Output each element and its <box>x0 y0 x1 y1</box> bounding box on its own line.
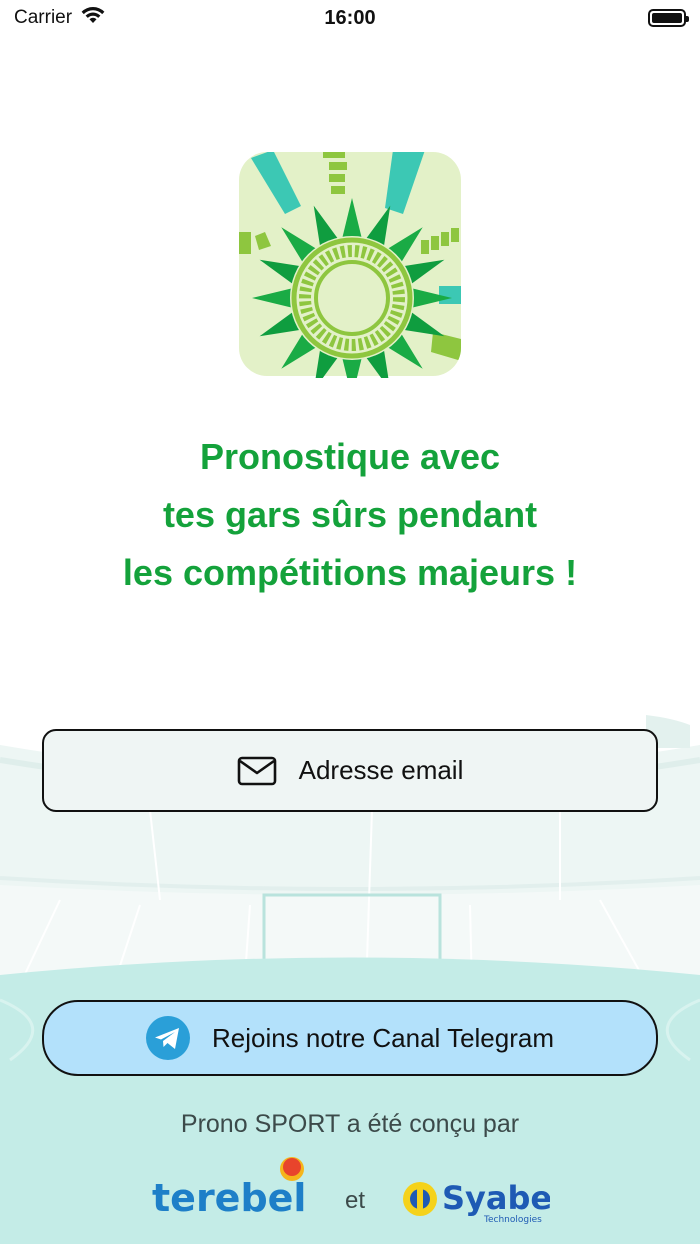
telegram-channel-button[interactable]: Rejoins notre Canal Telegram <box>42 1000 658 1076</box>
svg-text:terebel: terebel <box>152 1176 306 1219</box>
partner-logos: terebel et Syabe Technologies <box>0 1155 700 1225</box>
email-button-label: Adresse email <box>298 755 464 785</box>
syabe-logo[interactable]: Syabe Technologies <box>400 1173 550 1225</box>
tagline-line-3: les compétitions majeurs ! <box>122 552 578 593</box>
credits-text: Prono SPORT a été conçu par <box>180 1110 520 1138</box>
wifi-icon <box>80 5 106 31</box>
telegram-button-label: Rejoins notre Canal Telegram <box>211 1022 555 1053</box>
tagline: Pronostique avec tes gars sûrs pendant l… <box>50 428 650 602</box>
carrier-label: Carrier <box>14 7 73 28</box>
status-bar: Carrier 16:00 <box>0 0 700 36</box>
partner-separator: et <box>344 1187 365 1214</box>
svg-text:Syabe: Syabe <box>442 1179 550 1217</box>
svg-text:Technologies: Technologies <box>483 1215 542 1225</box>
tagline-line-2: tes gars sûrs pendant <box>162 494 538 535</box>
terebel-logo[interactable]: terebel <box>150 1155 310 1219</box>
battery-icon <box>648 9 689 27</box>
envelope-icon <box>237 756 277 786</box>
telegram-icon <box>145 1016 190 1060</box>
status-left: Carrier <box>14 5 106 31</box>
tagline-line-1: Pronostique avec <box>199 436 501 477</box>
app-logo <box>239 152 461 378</box>
email-login-button[interactable]: Adresse email <box>42 729 658 812</box>
